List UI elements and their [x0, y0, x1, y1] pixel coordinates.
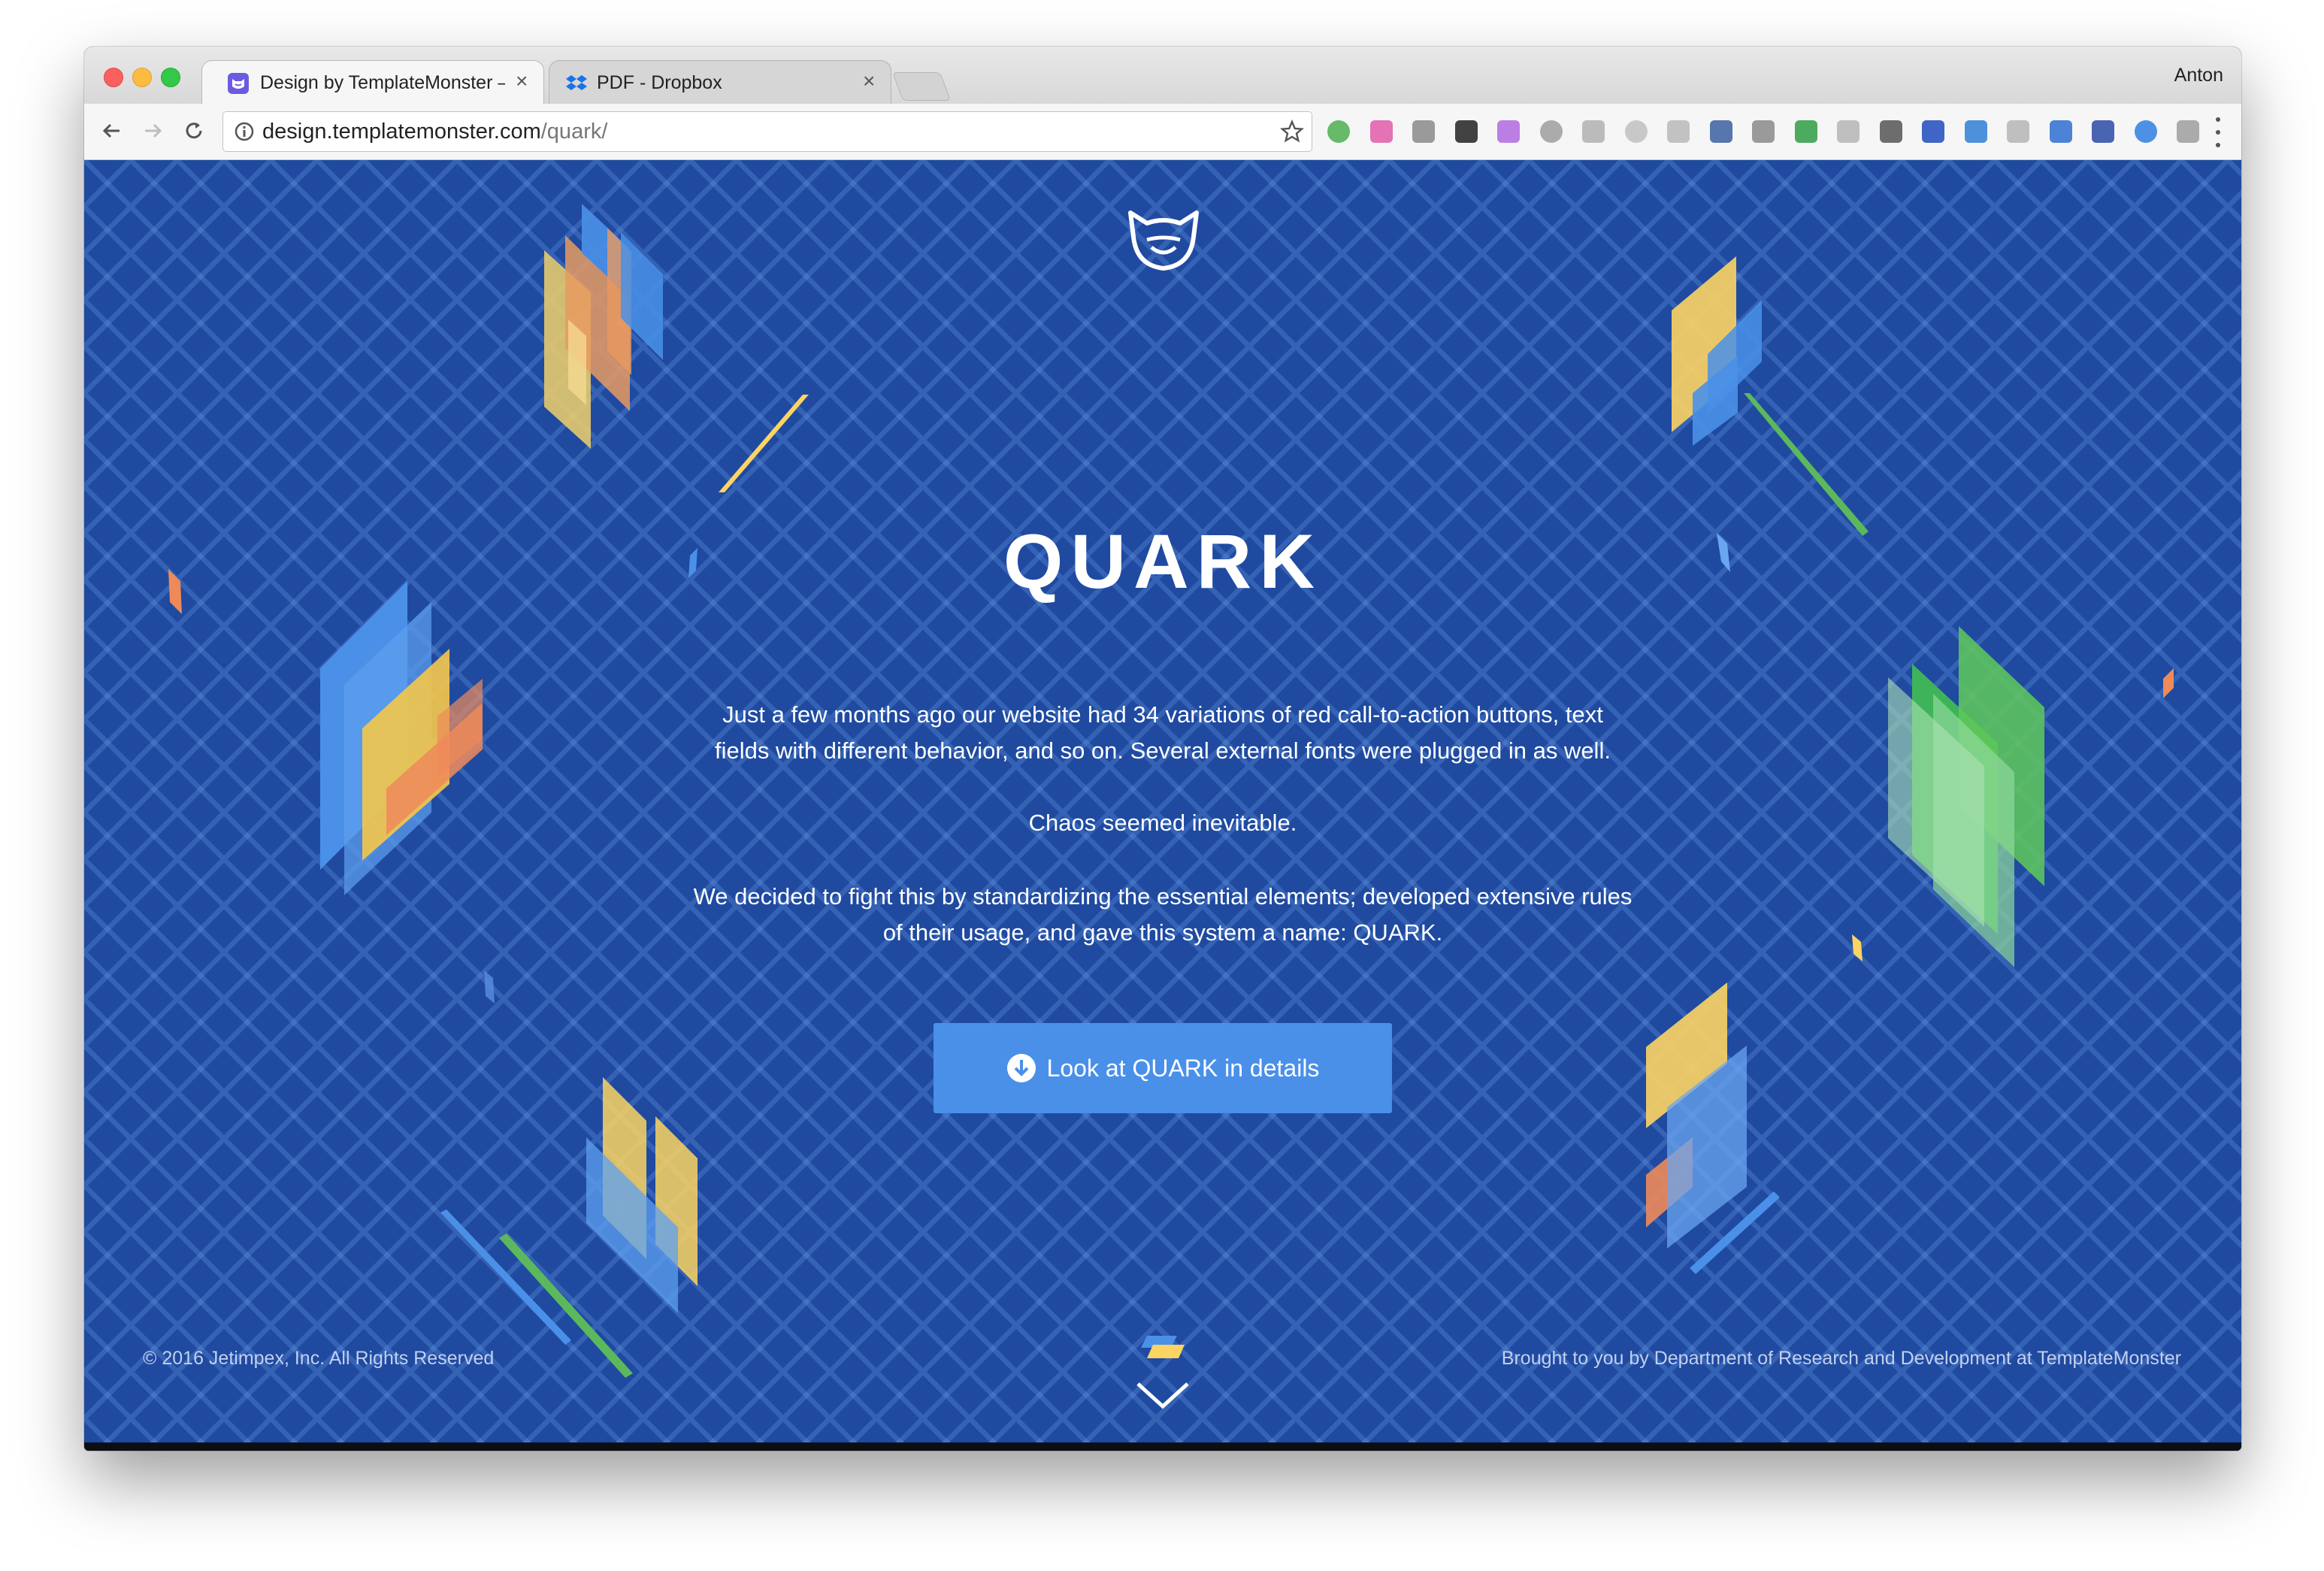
pink-leaf-extension-icon[interactable]	[1497, 120, 1520, 143]
page-bottom-edge	[84, 1442, 2241, 1451]
tab-design-templatemonster[interactable]: Design by TemplateMonster — ×	[201, 60, 544, 104]
arrow-left-icon	[102, 123, 120, 138]
tab-title: Design by TemplateMonster —	[260, 72, 505, 93]
url-host: design.templatemonster.com	[262, 120, 541, 144]
blue-grid-extension-icon[interactable]	[2092, 120, 2114, 143]
copyright-text: © 2016 Jetimpex, Inc. All Rights Reserve…	[143, 1348, 495, 1369]
intro-line: fields with different behavior, and so o…	[715, 737, 1611, 764]
profile-name[interactable]: Anton	[2174, 65, 2223, 86]
scroll-down-chevron-icon[interactable]	[1135, 1379, 1191, 1411]
decision-paragraph: We decided to fight this by standardizin…	[84, 879, 2241, 951]
gray-square-extension-icon[interactable]	[1539, 120, 1563, 143]
dropbox-favicon-icon	[566, 75, 587, 90]
green-card-extension-icon[interactable]	[1794, 120, 1817, 143]
address-bar[interactable]: design.templatemonster.com/quark/	[222, 111, 1312, 152]
url-text: design.templatemonster.com/quark/	[262, 120, 607, 144]
cta-label: Look at QUARK in details	[1046, 1054, 1320, 1082]
browser-toolbar: design.templatemonster.com/quark/	[84, 104, 2241, 160]
gray-cloud-extension-icon[interactable]	[2007, 120, 2029, 143]
tab-close-icon[interactable]: ×	[863, 69, 875, 93]
browser-window: Design by TemplateMonster — × PDF - Drop…	[84, 47, 2241, 1451]
thumbs-up-extension-icon[interactable]	[1879, 120, 1902, 143]
function-extension-icon[interactable]	[1454, 120, 1478, 143]
gray-circle-extension-icon[interactable]	[1624, 120, 1648, 143]
quark-landing-page: QUARK Just a few months ago our website …	[84, 160, 2241, 1442]
blue-stripe-extension-icon[interactable]	[1922, 120, 1944, 143]
bookmark-star-icon[interactable]	[1280, 120, 1304, 144]
blue-monitor-extension-icon[interactable]	[1964, 120, 1987, 143]
arrow-right-icon	[145, 123, 162, 138]
decision-line: of their usage, and gave this system a n…	[882, 919, 1443, 946]
intro-line: Just a few months ago our website had 34…	[722, 701, 1603, 728]
templatemonster-favicon-icon	[228, 73, 249, 94]
templatemonster-logo-icon	[1128, 210, 1199, 271]
dropbox-extension-icon[interactable]	[1412, 120, 1435, 143]
url-path: /quark/	[540, 120, 608, 144]
gray-box-extension-icon[interactable]	[1582, 120, 1605, 143]
reload-button[interactable]	[177, 114, 210, 147]
back-button[interactable]	[95, 114, 128, 147]
quark-mark-icon	[1141, 1336, 1185, 1358]
tab-close-icon[interactable]: ×	[516, 69, 528, 93]
id-badge-extension-icon[interactable]	[1752, 120, 1775, 143]
tab-title: PDF - Dropbox	[597, 72, 722, 93]
download-arrow-icon	[1006, 1054, 1036, 1082]
info-icon	[235, 122, 254, 141]
s-logo-extension-icon[interactable]	[1709, 120, 1732, 143]
gray-diamond-extension-icon[interactable]	[1667, 120, 1690, 143]
window-minimize-button[interactable]	[132, 68, 152, 87]
gray-shield-extension-icon[interactable]	[2177, 120, 2199, 143]
credits-text: Brought to you by Department of Research…	[1501, 1348, 2181, 1369]
tab-pdf-dropbox[interactable]: PDF - Dropbox ×	[549, 60, 891, 104]
forward-button[interactable]	[137, 114, 170, 147]
intro-paragraph: Just a few months ago our website had 34…	[84, 697, 2241, 769]
tab-strip: Design by TemplateMonster — × PDF - Drop…	[84, 47, 2241, 104]
reload-icon	[186, 123, 202, 139]
decorative-shapes	[168, 204, 2174, 1378]
green-circle-extension-icon[interactable]	[1327, 120, 1350, 143]
blue-crop-extension-icon[interactable]	[2049, 120, 2072, 143]
chaos-paragraph: Chaos seemed inevitable.	[1028, 810, 1297, 836]
window-maximize-button[interactable]	[161, 68, 180, 87]
gray-image-extension-icon[interactable]	[1837, 120, 1860, 143]
page-title: QUARK	[1003, 519, 1322, 604]
window-close-button[interactable]	[104, 68, 123, 87]
new-tab-button[interactable]	[892, 72, 951, 101]
look-at-quark-button[interactable]: Look at QUARK in details	[934, 1023, 1392, 1113]
decision-line: We decided to fight this by standardizin…	[693, 883, 1633, 910]
pink-square-extension-icon[interactable]	[1369, 120, 1393, 143]
chrome-menu-icon[interactable]	[2216, 117, 2223, 147]
blue-globe-extension-icon[interactable]	[2134, 120, 2157, 143]
